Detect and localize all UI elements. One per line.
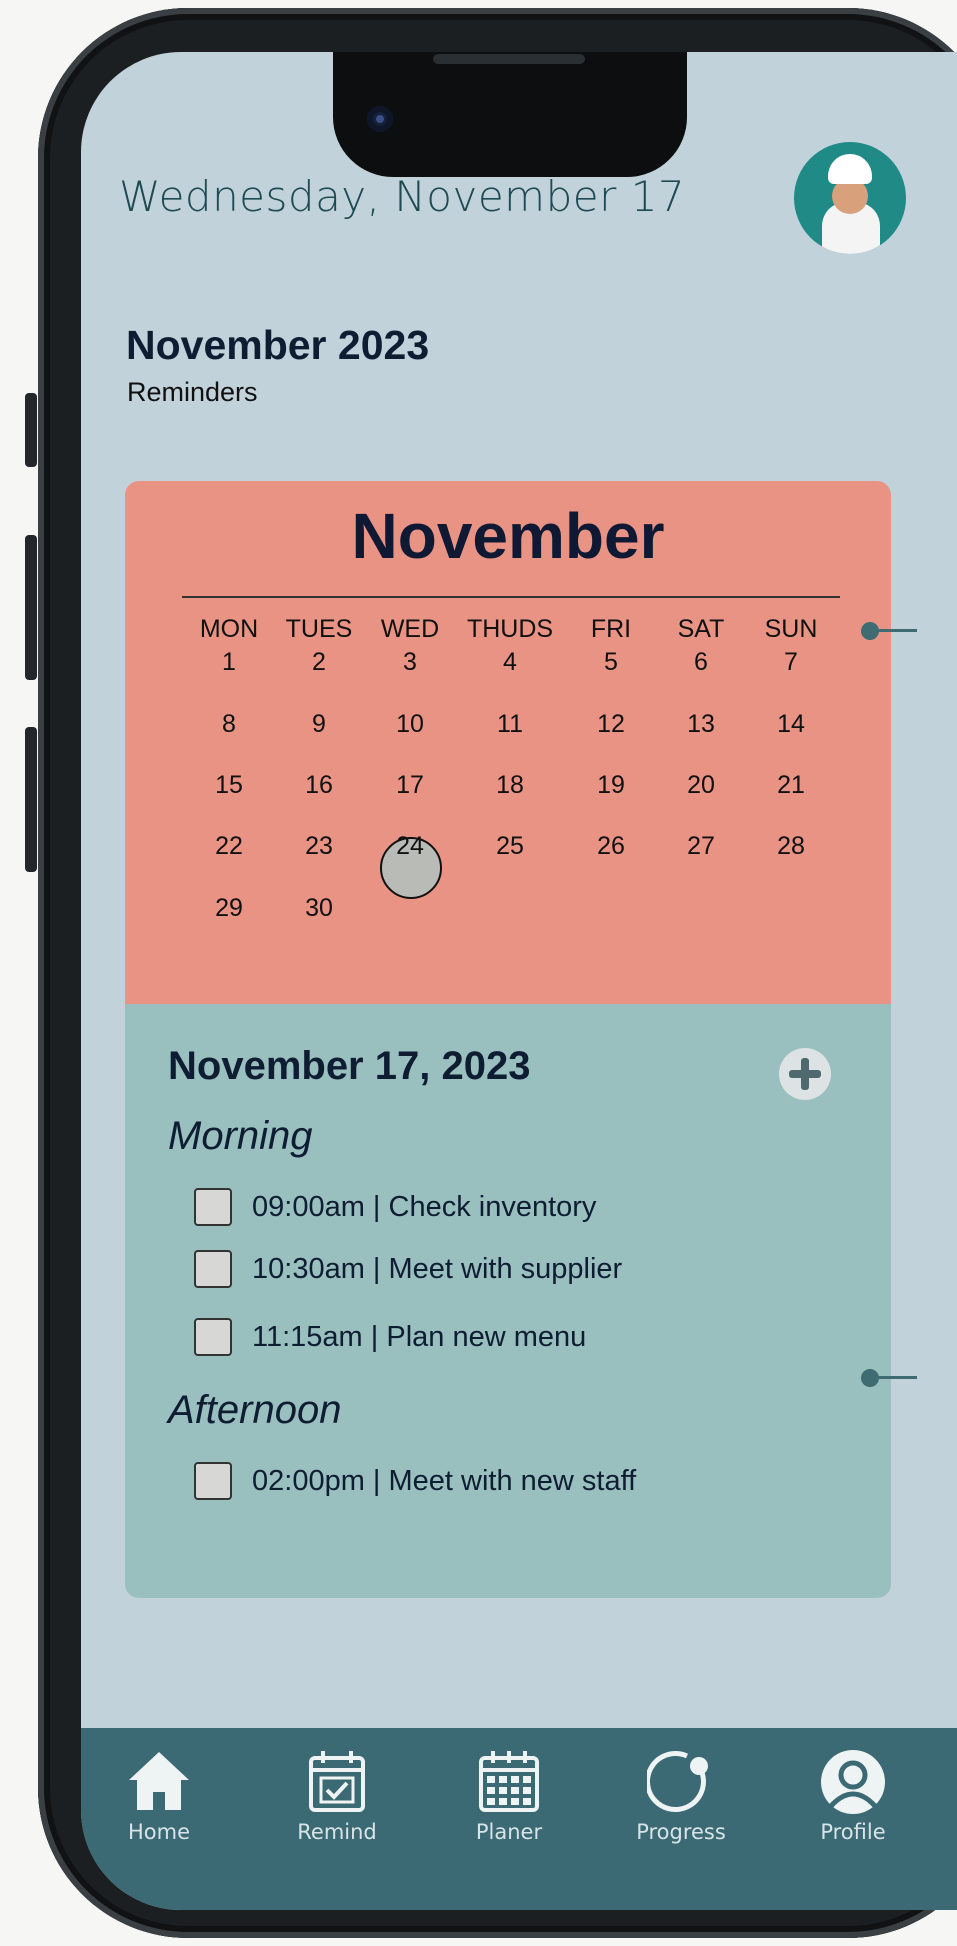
speaker-grille [433, 54, 585, 64]
weekday-sat: SAT [677, 615, 725, 643]
calendar-day[interactable]: 1 [184, 648, 274, 677]
task-label: 10:30am | Meet with supplier [252, 1252, 623, 1285]
phone-volume-down-button [25, 727, 37, 872]
calendar-day[interactable]: 2 [274, 648, 364, 677]
progress-icon [647, 1751, 708, 1813]
calendar-day[interactable]: 11 [465, 710, 555, 739]
task-label: 11:15am | Plan new menu [252, 1320, 587, 1353]
calendar-day[interactable]: 3 [365, 648, 455, 677]
nav-planer[interactable]: Planer [439, 1728, 579, 1858]
weekday-tue: TUES [285, 615, 353, 643]
calendar-day[interactable]: 21 [746, 771, 836, 800]
nav-home-label: Home [127, 1820, 190, 1844]
weekday-fri: FRI [590, 615, 632, 643]
task-item[interactable]: 11:15am | Plan new menu [194, 1316, 586, 1358]
calendar-check-icon [309, 1751, 365, 1812]
agenda-card: November 17, 2023 Morning 09:00am | Chec… [125, 1004, 917, 1598]
task-checkbox[interactable] [194, 1188, 232, 1226]
calendar-grid-icon [479, 1751, 539, 1812]
calendar-day[interactable]: 24 [365, 832, 455, 861]
calendar-connector-line [877, 629, 917, 632]
weekday-wed: WED [380, 615, 440, 643]
calendar-day[interactable]: 6 [656, 648, 746, 677]
calendar-day[interactable]: 13 [656, 710, 746, 739]
task-label: 02:00pm | Meet with new staff [252, 1464, 637, 1497]
reminders-subtitle: Reminders [127, 377, 258, 407]
bottom-nav: Home Remind Planer Progress Profile [81, 1728, 957, 1910]
calendar-day[interactable]: 15 [184, 771, 274, 800]
calendar-day[interactable]: 12 [566, 710, 656, 739]
task-item[interactable]: 10:30am | Meet with supplier [194, 1248, 622, 1290]
calendar-divider [182, 596, 840, 598]
calendar-day[interactable]: 25 [465, 832, 555, 861]
profile-avatar[interactable] [794, 142, 906, 254]
nav-remind[interactable]: Remind [267, 1728, 407, 1858]
task-checkbox[interactable] [194, 1250, 232, 1288]
calendar-day[interactable]: 14 [746, 710, 836, 739]
calendar-day[interactable]: 20 [656, 771, 746, 800]
notch [333, 52, 687, 177]
calendar-day[interactable]: 16 [274, 771, 364, 800]
calendar-day[interactable]: 23 [274, 832, 364, 861]
calendar-month-name: November [351, 500, 665, 572]
nav-remind-label: Remind [297, 1820, 377, 1844]
nav-progress[interactable]: Progress [611, 1728, 751, 1858]
calendar-day[interactable]: 10 [365, 710, 455, 739]
calendar-day[interactable]: 26 [566, 832, 656, 861]
calendar-day[interactable]: 29 [184, 894, 274, 923]
chef-hat-icon [828, 154, 872, 184]
agenda-connector-line [877, 1376, 917, 1379]
front-camera-icon [367, 106, 393, 132]
task-item[interactable]: 02:00pm | Meet with new staff [194, 1460, 636, 1502]
nav-planer-label: Planer [475, 1820, 543, 1844]
calendar-day[interactable]: 5 [566, 648, 656, 677]
agenda-date: November 17, 2023 [168, 1044, 531, 1088]
calendar-day[interactable]: 30 [274, 894, 364, 923]
calendar-day[interactable]: 18 [465, 771, 555, 800]
home-icon [129, 1752, 189, 1810]
nav-profile-label: Profile [820, 1820, 886, 1844]
calendar-day[interactable]: 7 [746, 648, 836, 677]
calendar-day[interactable]: 8 [184, 710, 274, 739]
nav-progress-label: Progress [636, 1820, 726, 1844]
calendar-day[interactable]: 22 [184, 832, 274, 861]
calendar-day[interactable]: 28 [746, 832, 836, 861]
task-label: 09:00am | Check inventory [252, 1190, 597, 1223]
profile-icon [821, 1750, 885, 1814]
phone-screen: Wednesday, November 17 November 2023 Rem… [81, 52, 957, 1910]
task-checkbox[interactable] [194, 1462, 232, 1500]
phone-volume-up-button [25, 535, 37, 680]
nav-profile[interactable]: Profile [783, 1728, 923, 1858]
calendar-day[interactable]: 19 [566, 771, 656, 800]
add-reminder-button[interactable] [779, 1048, 831, 1100]
calendar-day[interactable]: 4 [465, 648, 555, 677]
weekday-mon: MON [199, 615, 259, 643]
phone-side-button [25, 393, 37, 467]
afternoon-heading: Afternoon [168, 1388, 342, 1432]
morning-heading: Morning [168, 1114, 313, 1158]
current-date: Wednesday, November 17 [119, 172, 686, 221]
calendar-day-selected[interactable]: 17 [365, 771, 455, 800]
month-title: November 2023 [126, 322, 430, 368]
calendar-day[interactable]: 27 [656, 832, 746, 861]
nav-home[interactable]: Home [89, 1728, 229, 1858]
task-checkbox[interactable] [194, 1318, 232, 1356]
weekday-sun: SUN [764, 615, 818, 643]
weekday-thu: THUDS [466, 615, 554, 643]
task-item[interactable]: 09:00am | Check inventory [194, 1186, 596, 1228]
calendar-card: November MON TUES WED THUDS FRI SAT SUN … [125, 481, 917, 1004]
calendar-day[interactable]: 9 [274, 710, 364, 739]
